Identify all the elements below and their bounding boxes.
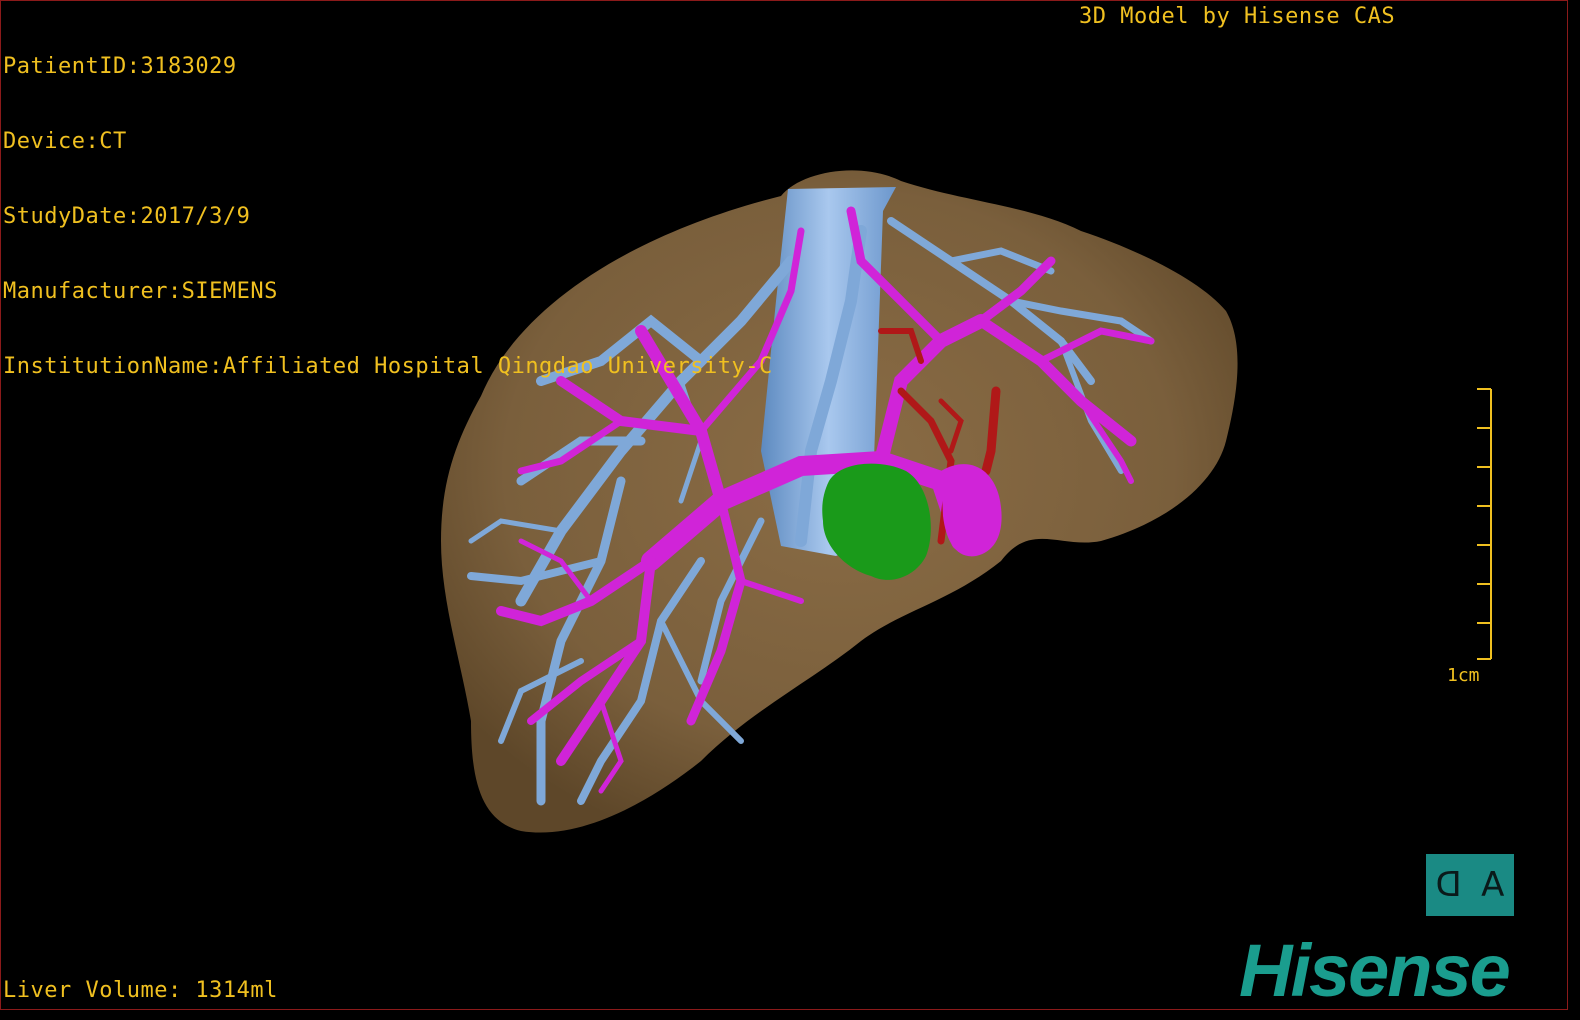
patient-info-overlay: PatientID:3183029 Device:CT StudyDate:20…	[3, 4, 773, 429]
orientation-left-glyph: ᗡ	[1435, 865, 1462, 905]
hisense-logo: Hisense	[1239, 929, 1511, 1010]
orientation-right-glyph: A	[1481, 865, 1505, 905]
3d-viewport[interactable]: PatientID:3183029 Device:CT StudyDate:20…	[0, 0, 1568, 1010]
study-date-text: StudyDate:2017/3/9	[3, 204, 251, 229]
manufacturer-text: Manufacturer:SIEMENS	[3, 279, 278, 304]
liver-volume-text: Liver Volume: 1314ml	[3, 978, 278, 1003]
scale-bar	[1477, 388, 1492, 660]
device-text: Device:CT	[3, 129, 127, 154]
institution-text: InstitutionName:Affiliated Hospital Qing…	[3, 354, 773, 379]
orientation-cube[interactable]: ᗡ A	[1426, 854, 1514, 916]
patient-id-text: PatientID:3183029	[3, 54, 237, 79]
scale-label: 1cm	[1447, 665, 1480, 686]
model-credit-text: 3D Model by Hisense CAS	[1079, 4, 1396, 29]
